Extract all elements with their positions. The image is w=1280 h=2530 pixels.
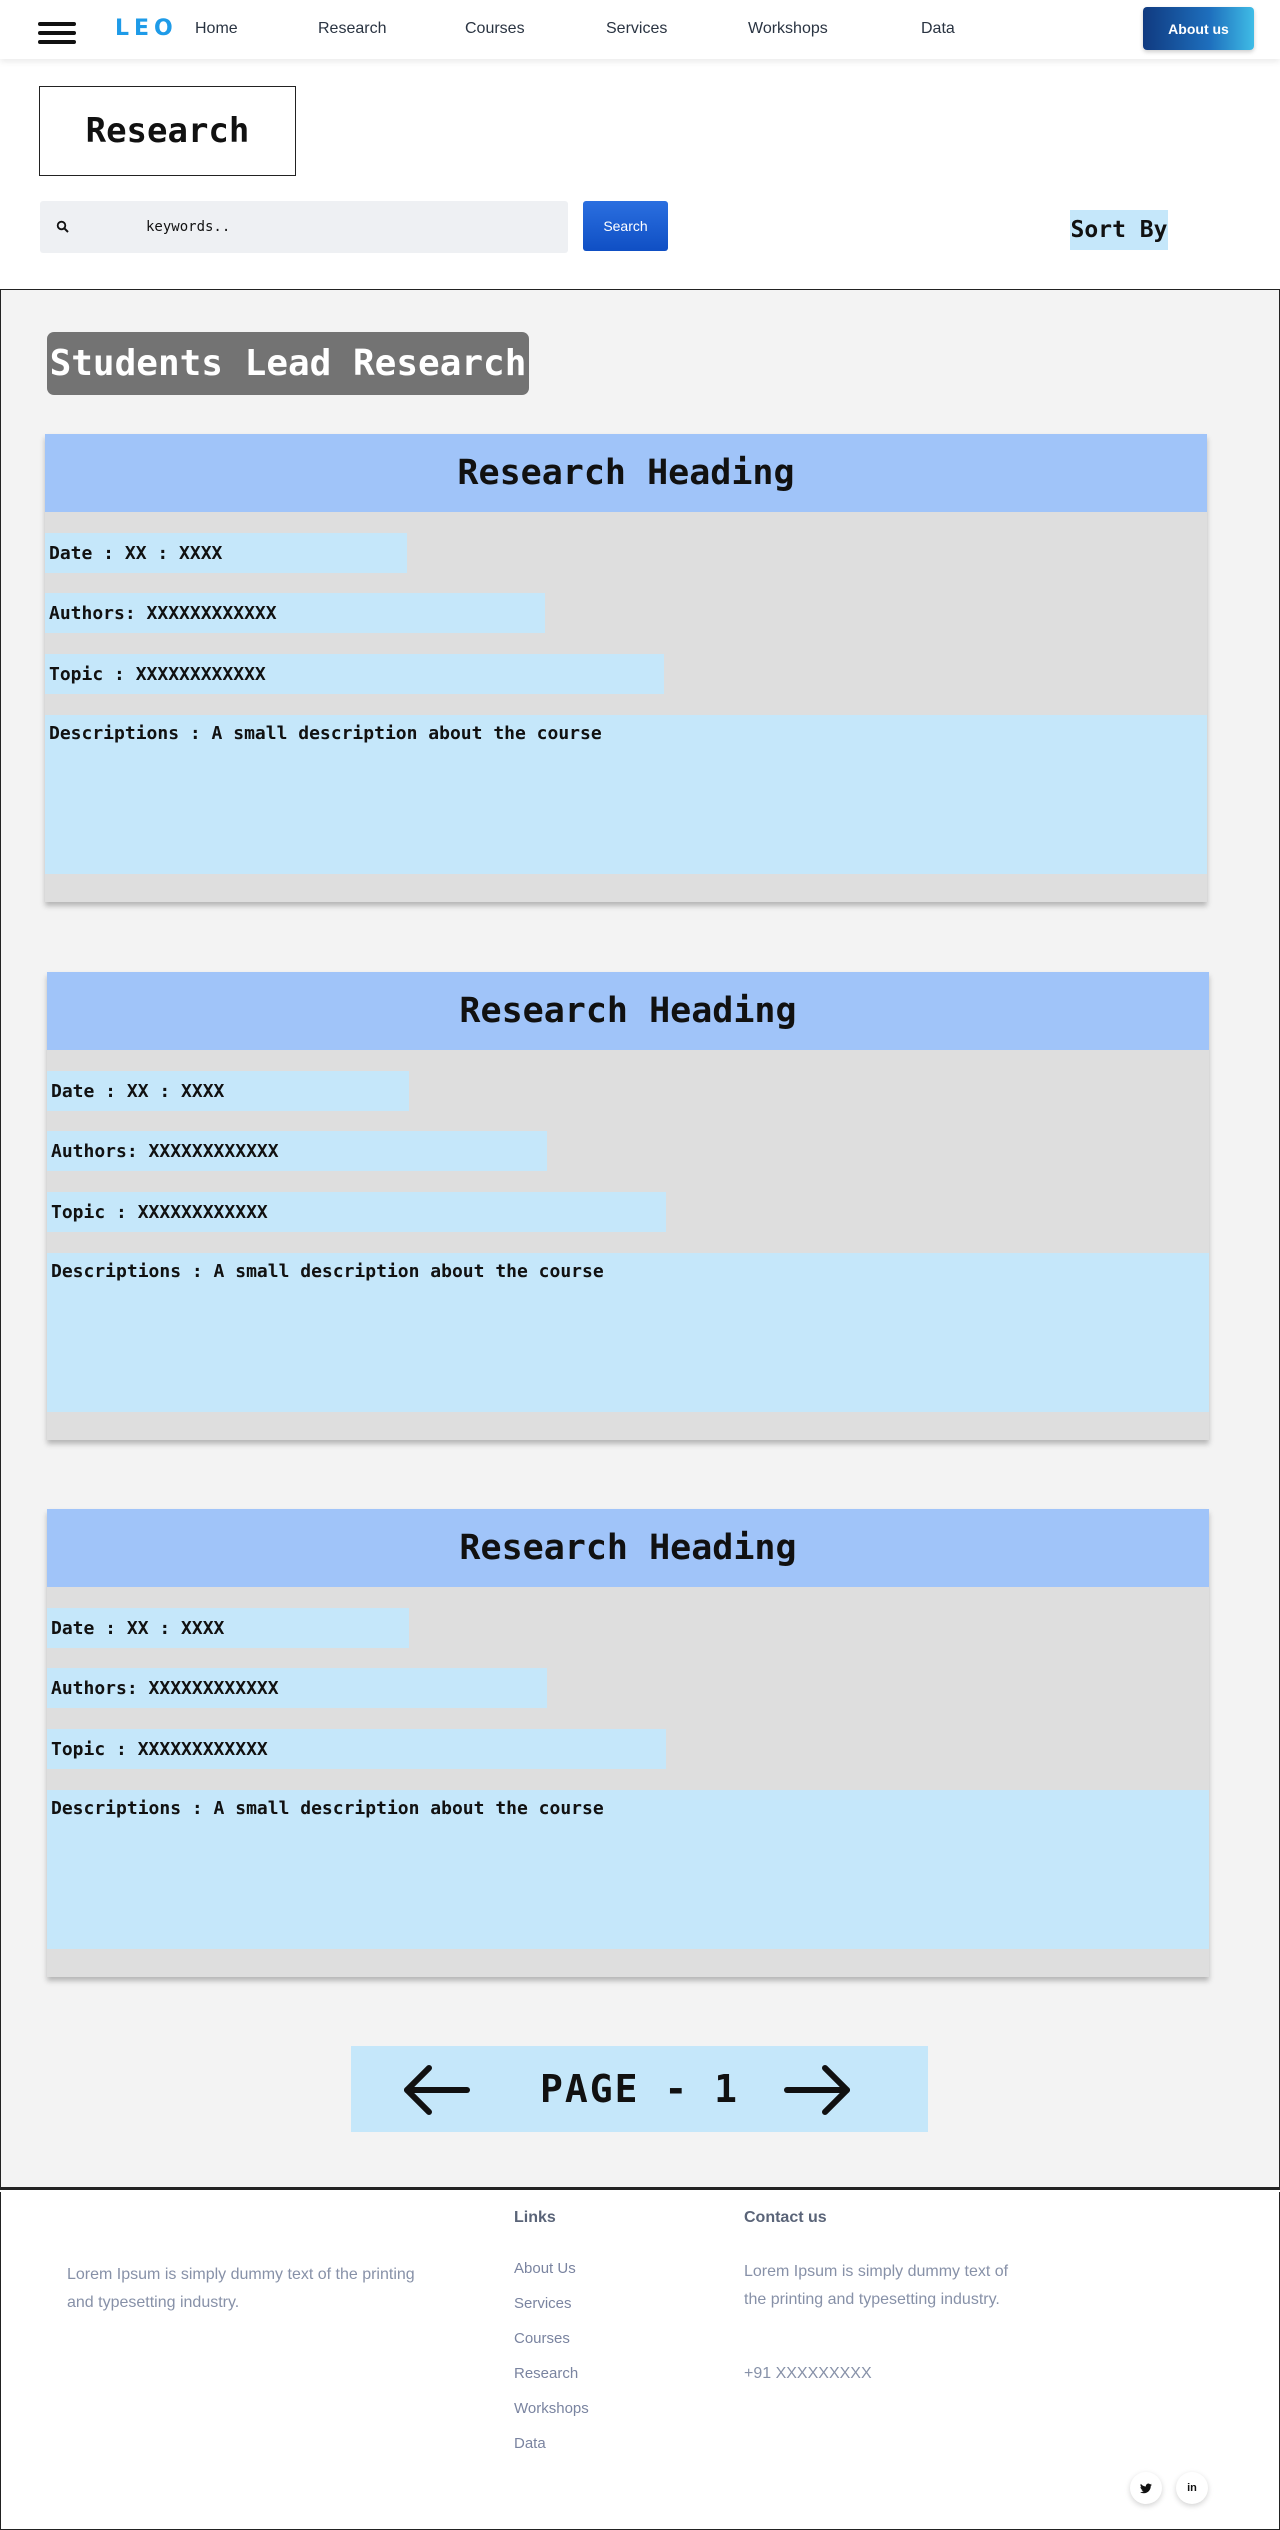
arrow-left-icon[interactable] <box>401 2064 471 2116</box>
twitter-icon-glyph <box>1140 2483 1152 2493</box>
card-topic: Topic : XXXXXXXXXXXX <box>47 1192 666 1232</box>
card-topic: Topic : XXXXXXXXXXXX <box>47 1729 666 1769</box>
sort-by-button[interactable]: Sort By <box>1070 210 1168 250</box>
search-icon <box>56 220 69 233</box>
card-authors: Authors: XXXXXXXXXXXX <box>47 1131 547 1171</box>
pagination: PAGE - 1 <box>351 2046 928 2132</box>
card-heading: Research Heading <box>45 434 1207 512</box>
footer-phone: +91 XXXXXXXXX <box>744 2365 872 2382</box>
logo: LEO <box>115 16 178 41</box>
card-description: Descriptions : A small description about… <box>47 1790 1209 1949</box>
research-card[interactable]: Research Heading Date : XX : XXXX Author… <box>45 434 1207 902</box>
twitter-icon[interactable] <box>1130 2472 1162 2504</box>
footer-contact-text: Lorem Ipsum is simply dummy text of the … <box>744 2263 1009 2308</box>
footer-links-heading: Links <box>514 2209 556 2226</box>
nav-item-research[interactable]: Research <box>318 20 386 38</box>
card-heading: Research Heading <box>47 972 1209 1050</box>
nav-item-home[interactable]: Home <box>195 20 238 38</box>
footer-about-text: Lorem Ipsum is simply dummy text of the … <box>67 2266 415 2311</box>
footer <box>0 2192 1280 2530</box>
research-card[interactable]: Research Heading Date : XX : XXXX Author… <box>47 972 1209 1440</box>
card-date: Date : XX : XXXX <box>45 533 407 573</box>
arrow-right-icon[interactable] <box>783 2064 853 2116</box>
search-input[interactable] <box>146 215 546 239</box>
footer-link-data[interactable]: Data <box>514 2435 546 2452</box>
footer-contact-heading: Contact us <box>744 2209 827 2226</box>
card-heading: Research Heading <box>47 1509 1209 1587</box>
nav-item-workshops[interactable]: Workshops <box>748 20 828 38</box>
footer-link-about-us[interactable]: About Us <box>514 2260 576 2277</box>
hamburger-menu-icon[interactable] <box>38 22 76 48</box>
card-topic: Topic : XXXXXXXXXXXX <box>45 654 664 694</box>
section-label: Students Lead Research <box>47 332 529 395</box>
footer-link-research[interactable]: Research <box>514 2365 578 2382</box>
card-description: Descriptions : A small description about… <box>47 1253 1209 1412</box>
footer-link-workshops[interactable]: Workshops <box>514 2400 589 2417</box>
nav-item-services[interactable]: Services <box>606 20 667 38</box>
footer-link-courses[interactable]: Courses <box>514 2330 570 2347</box>
card-description: Descriptions : A small description about… <box>45 715 1207 874</box>
research-card[interactable]: Research Heading Date : XX : XXXX Author… <box>47 1509 1209 1977</box>
about-us-button[interactable]: About us <box>1143 7 1254 50</box>
nav-item-courses[interactable]: Courses <box>465 20 525 38</box>
search-bar <box>40 201 568 253</box>
navbar: LEO Home Research Courses Services Works… <box>0 0 1280 59</box>
card-authors: Authors: XXXXXXXXXXXX <box>45 593 545 633</box>
card-authors: Authors: XXXXXXXXXXXX <box>47 1668 547 1708</box>
nav-item-data[interactable]: Data <box>921 20 955 38</box>
linkedin-icon[interactable]: in <box>1176 2472 1208 2504</box>
search-button[interactable]: Search <box>583 201 668 251</box>
card-date: Date : XX : XXXX <box>47 1071 409 1111</box>
card-date: Date : XX : XXXX <box>47 1608 409 1648</box>
page-title: Research <box>39 86 296 176</box>
footer-link-services[interactable]: Services <box>514 2295 572 2312</box>
